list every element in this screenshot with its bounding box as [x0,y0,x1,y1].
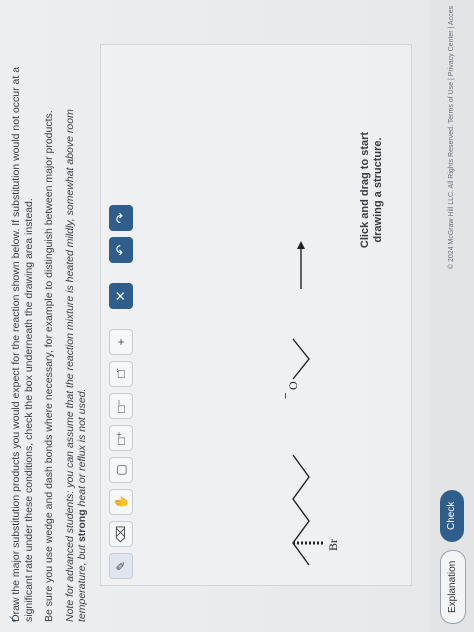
substrate-structure [292,454,323,566]
substrate-bonds [292,454,310,566]
reagent-structure [292,338,310,380]
drawing-hint: Click and drag to start drawing a struct… [359,131,384,249]
question-prompt: Draw the major substitution products you… [10,62,97,622]
bromine-label: Br [326,539,340,551]
instruction-text: Draw the major substitution products you… [10,66,35,622]
copyright-footer: © 2024 McGraw Hill LLC. All Rights Reser… [448,6,455,270]
explanation-button[interactable]: Explanation [440,549,466,624]
advanced-note: Note for advanced students: you can assu… [63,109,89,622]
reaction-arrow [297,241,305,289]
reagent-bonds [292,338,310,380]
check-button[interactable]: Check [440,489,464,542]
wedge-dash-note: Be sure you use wedge and dash bonds whe… [43,110,55,622]
negative-charge-label: − [280,393,292,399]
drawing-area[interactable]: ✎ ⌫ ✋ ▢ □⁺ □⁻ □̈ + ✕ ↶ ↷ Br O − Click an… [100,44,412,586]
rotated-screen: ✓ Draw the major substitution products y… [0,0,474,632]
oxygen-label: O [286,381,300,390]
